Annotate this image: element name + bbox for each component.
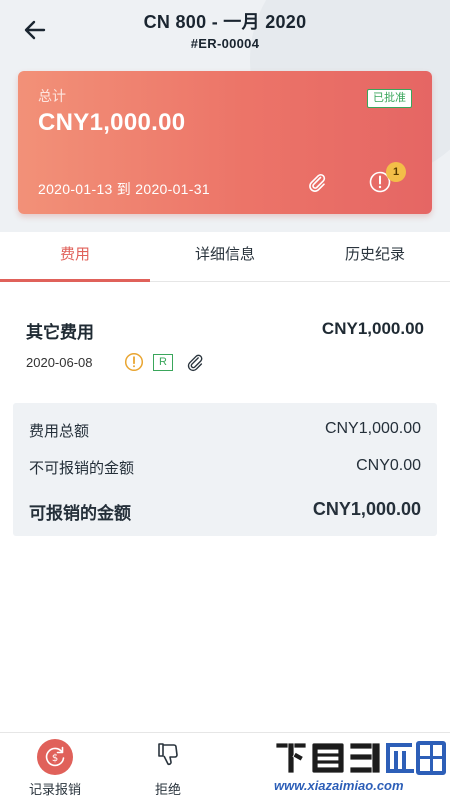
- expense-amount: CNY1,000.00: [321, 319, 424, 338]
- receipt-badge: R: [153, 354, 173, 371]
- expense-item[interactable]: 其它费用 CNY1,000.00 2020-06-08 R: [0, 300, 450, 390]
- totals-panel: 费用总额 CNY1,000.00 不可报销的金额 CNY0.00 可报销的金额 …: [13, 403, 437, 536]
- refresh-dollar-icon: $: [45, 746, 65, 767]
- warning-icon: [124, 352, 144, 372]
- record-reimbursement-label: 记录报销: [28, 782, 81, 797]
- record-reimbursement-button[interactable]: $ 记录报销: [0, 733, 110, 800]
- tab-expenses[interactable]: 费用: [0, 232, 150, 282]
- expense-date: 2020-06-08: [26, 355, 93, 370]
- report-id: #ER-00004: [190, 36, 260, 51]
- reject-button[interactable]: 拒绝: [113, 733, 223, 800]
- alert-count-badge: 1: [386, 162, 406, 182]
- page-title: CN 800 - 一月 2020: [143, 12, 307, 32]
- attachment-button[interactable]: [305, 170, 329, 194]
- svg-text:$: $: [52, 753, 58, 764]
- total-label: 总计: [38, 88, 66, 104]
- totals-label: 可报销的金额: [29, 504, 131, 523]
- status-badge: 已批准: [367, 89, 412, 108]
- totals-value: CNY1,000.00: [324, 420, 421, 437]
- totals-label: 不可报销的金额: [29, 460, 135, 477]
- thumbs-down-icon: [155, 741, 181, 774]
- expense-attachment-icon: [184, 351, 206, 373]
- tab-details[interactable]: 详细信息: [150, 232, 300, 281]
- header-area: CN 800 - 一月 2020 #ER-00004 总计 CNY1,000.0…: [0, 0, 450, 232]
- paperclip-icon: [309, 173, 326, 192]
- totals-row-reimbursable: 可报销的金额 CNY1,000.00: [29, 499, 421, 524]
- totals-row: 费用总额 CNY1,000.00: [29, 420, 421, 441]
- reject-label: 拒绝: [154, 782, 181, 797]
- tab-history[interactable]: 历史纪录: [300, 232, 450, 281]
- summary-card: 总计 CNY1,000.00 已批准 2020-01-13 到 2020-01-…: [18, 71, 432, 214]
- totals-row: 不可报销的金额 CNY0.00: [29, 457, 421, 478]
- expense-alert-icon: [124, 352, 144, 372]
- date-range: 2020-01-13 到 2020-01-31: [38, 181, 210, 197]
- watermark-logo: www.xiazaimiao.com: [268, 736, 448, 798]
- totals-label: 费用总额: [29, 423, 90, 440]
- totals-value: CNY1,000.00: [312, 499, 421, 519]
- totals-value: CNY0.00: [356, 457, 421, 474]
- paperclip-icon: [187, 354, 203, 372]
- watermark-url: www.xiazaimiao.com: [274, 778, 404, 793]
- tab-bar: 费用 详细信息 历史纪录: [0, 232, 450, 282]
- total-amount: CNY1,000.00: [38, 109, 186, 136]
- record-reimbursement-icon: $: [37, 739, 73, 775]
- expense-name: 其它费用: [26, 323, 94, 342]
